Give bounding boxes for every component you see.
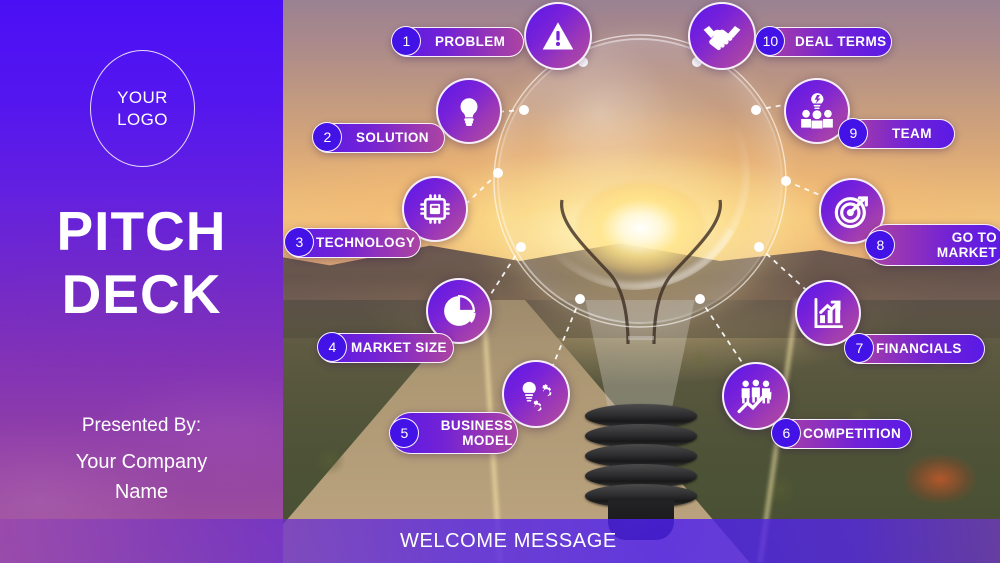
pill-number-badge: 3 xyxy=(284,227,315,258)
logo-line-2: LOGO xyxy=(117,109,168,129)
pill-number-badge: 2 xyxy=(312,122,343,153)
pitch-deck-slide: 1 PROBLEM 2 SOLUTION 3 TECHNOLOGY 4 MARK… xyxy=(0,0,1000,563)
pill-number-badge: 8 xyxy=(865,230,896,260)
presented-by-label: Presented By: xyxy=(81,415,202,436)
pill-number-badge: 1 xyxy=(391,26,422,57)
pill-label: BUSINESS MODEL xyxy=(440,417,513,448)
pill-number-badge: 7 xyxy=(844,333,875,364)
handshake-icon xyxy=(701,15,743,57)
logo-placeholder[interactable]: YOUR LOGO xyxy=(90,50,195,167)
pill-label: FINANCIALS xyxy=(876,341,962,357)
icon-bubble-problem[interactable] xyxy=(524,2,592,70)
pill-label: TEAM xyxy=(892,126,932,142)
pill-go-to-market[interactable]: 8 GO TO MARKET xyxy=(865,224,1000,266)
title-line-2: DECK xyxy=(61,262,222,325)
lightbulb-icon xyxy=(452,94,486,128)
title-line-1: PITCH xyxy=(56,200,227,262)
pill-team[interactable]: 9 TEAM xyxy=(838,118,955,149)
pill-technology[interactable]: 3 TECHNOLOGY xyxy=(284,227,421,258)
red-shrub xyxy=(905,455,975,503)
pill-problem[interactable]: 1 PROBLEM xyxy=(391,26,524,57)
pill-label: GO TO MARKET xyxy=(936,229,997,260)
pill-label: MARKET SIZE xyxy=(351,340,447,356)
team-bulb-icon xyxy=(797,91,837,131)
pill-number-badge: 9 xyxy=(838,118,869,149)
people-growth-icon xyxy=(735,375,777,417)
bar-chart-arrow-icon xyxy=(809,294,847,332)
microchip-icon xyxy=(417,191,453,227)
warning-triangle-icon xyxy=(540,18,576,54)
pill-solution[interactable]: 2 SOLUTION xyxy=(312,122,445,153)
pill-number-badge: 5 xyxy=(389,418,420,448)
pie-chart-icon xyxy=(440,292,478,330)
presenter-block: Presented By: Your Company Name xyxy=(0,412,283,507)
welcome-banner: WELCOME MESSAGE xyxy=(0,519,1000,563)
lightbulb-gears-icon xyxy=(516,374,556,414)
pill-label: COMPETITION xyxy=(803,426,902,442)
pill-financials[interactable]: 7 FINANCIALS xyxy=(844,333,985,364)
pill-number-badge: 6 xyxy=(771,418,802,449)
target-arrow-icon xyxy=(832,191,872,231)
pill-deal-terms[interactable]: 10 DEAL TERMS xyxy=(755,26,892,57)
page-title: PITCH DECK xyxy=(0,200,283,325)
company-name: Your Company Name xyxy=(75,450,208,503)
pill-number-badge: 10 xyxy=(755,26,786,57)
bulb-filament xyxy=(560,199,722,345)
pill-label: PROBLEM xyxy=(435,34,506,50)
pill-label: SOLUTION xyxy=(356,130,429,146)
pill-label: TECHNOLOGY xyxy=(316,235,416,251)
icon-bubble-deal-terms[interactable] xyxy=(688,2,756,70)
pill-market-size[interactable]: 4 MARKET SIZE xyxy=(317,332,454,363)
pill-label: DEAL TERMS xyxy=(795,34,887,50)
icon-bubble-solution[interactable] xyxy=(436,78,502,144)
pill-competition[interactable]: 6 COMPETITION xyxy=(771,418,912,449)
logo-line-1: YOUR xyxy=(117,88,168,108)
pill-number-badge: 4 xyxy=(317,332,348,363)
pill-business-model[interactable]: 5 BUSINESS MODEL xyxy=(389,412,518,454)
welcome-message: WELCOME MESSAGE xyxy=(400,530,617,552)
